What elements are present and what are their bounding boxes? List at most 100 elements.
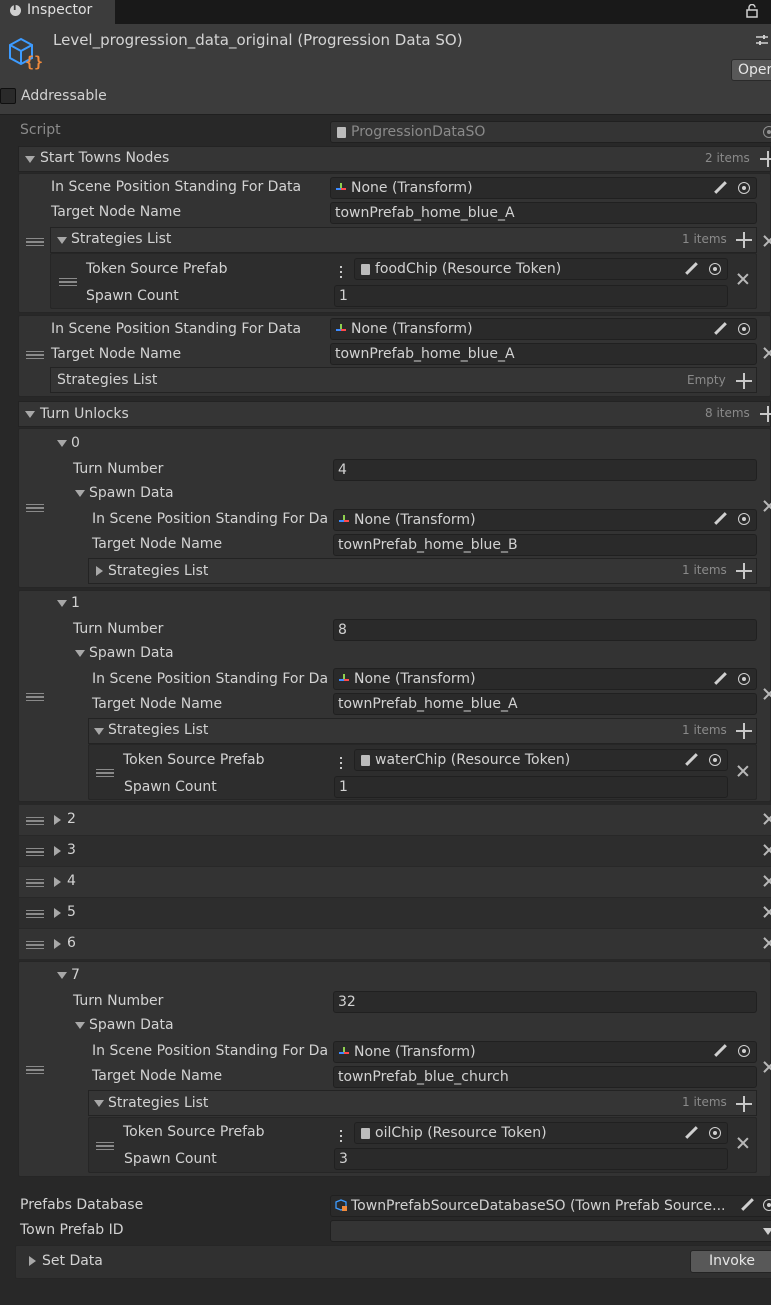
remove-icon[interactable] [763, 688, 771, 700]
open-button[interactable]: Oper [731, 59, 771, 81]
target-node-name-field[interactable]: townPrefab_blue_church [333, 1066, 757, 1088]
pencil-icon[interactable] [713, 322, 727, 336]
target-node-name-field[interactable]: townPrefab_home_blue_A [330, 343, 757, 365]
pencil-icon[interactable] [740, 1198, 754, 1212]
in-scene-position-field[interactable]: None (Transform) [330, 177, 757, 199]
foldout-arrow-icon[interactable] [57, 600, 67, 607]
remove-icon[interactable] [763, 937, 771, 949]
target-node-name-field[interactable]: townPrefab_home_blue_B [333, 534, 757, 556]
drag-handle-icon[interactable] [96, 769, 114, 777]
drag-handle-icon[interactable] [26, 693, 44, 701]
pencil-icon[interactable] [684, 1126, 698, 1140]
turn-unlock-item-4[interactable] [19, 867, 771, 897]
turn-number-field[interactable]: 4 [333, 459, 757, 481]
drag-handle-icon[interactable] [96, 1142, 114, 1150]
object-picker-icon[interactable] [709, 1127, 721, 1139]
foldout-arrow-icon[interactable] [57, 440, 67, 447]
remove-icon[interactable] [737, 765, 749, 777]
plus-icon[interactable] [736, 232, 752, 248]
drag-handle-icon[interactable] [26, 879, 44, 887]
spawn-count-field[interactable]: 3 [334, 1148, 728, 1170]
foldout-arrow-icon[interactable] [94, 1100, 104, 1107]
spawn-count-field[interactable]: 1 [334, 285, 728, 307]
context-menu-icon[interactable] [339, 757, 343, 769]
remove-icon[interactable] [737, 273, 749, 285]
pencil-icon[interactable] [713, 512, 727, 526]
drag-handle-icon[interactable] [26, 504, 44, 512]
lock-icon[interactable] [746, 4, 758, 18]
drag-handle-icon[interactable] [26, 910, 44, 918]
drag-handle-icon[interactable] [26, 941, 44, 949]
in-scene-position-field[interactable]: None (Transform) [330, 318, 757, 340]
pencil-icon[interactable] [713, 672, 727, 686]
foldout-arrow-icon[interactable] [54, 908, 61, 918]
in-scene-position-field[interactable]: None (Transform) [333, 1041, 757, 1063]
foldout-arrow-icon[interactable] [25, 156, 35, 163]
remove-icon[interactable] [763, 813, 771, 825]
foldout-arrow-icon[interactable] [54, 877, 61, 887]
foldout-arrow-icon[interactable] [54, 846, 61, 856]
object-picker-icon[interactable] [738, 673, 750, 685]
remove-icon[interactable] [763, 875, 771, 887]
plus-icon[interactable] [736, 1096, 752, 1112]
drag-handle-icon[interactable] [59, 278, 77, 286]
remove-icon[interactable] [737, 1137, 749, 1149]
plus-icon[interactable] [736, 373, 752, 389]
drag-handle-icon[interactable] [26, 1066, 44, 1074]
foldout-arrow-icon[interactable] [54, 939, 61, 949]
foldout-arrow-icon[interactable] [54, 815, 61, 825]
object-picker-icon[interactable] [738, 1045, 750, 1057]
token-source-prefab-field[interactable]: waterChip (Resource Token) [354, 749, 728, 771]
drag-handle-icon[interactable] [26, 351, 44, 359]
invoke-button[interactable]: Invoke [690, 1250, 771, 1273]
pencil-icon[interactable] [684, 262, 698, 276]
town-prefab-id-dropdown[interactable] [330, 1220, 771, 1242]
remove-icon[interactable] [763, 906, 771, 918]
turn-unlock-item-5[interactable] [19, 898, 771, 928]
turn-number-field[interactable]: 8 [333, 619, 757, 641]
settings-sliders-icon[interactable] [755, 33, 769, 47]
add-turn-unlock-plus-icon[interactable] [760, 406, 771, 422]
context-menu-icon[interactable] [339, 266, 343, 278]
drag-handle-icon[interactable] [26, 817, 44, 825]
in-scene-position-field[interactable]: None (Transform) [333, 509, 757, 531]
foldout-arrow-icon[interactable] [94, 728, 104, 735]
plus-icon[interactable] [736, 563, 752, 579]
foldout-arrow-icon[interactable] [25, 411, 35, 418]
context-menu-icon[interactable] [339, 1130, 343, 1142]
object-picker-icon[interactable] [709, 754, 721, 766]
foldout-arrow-icon[interactable] [57, 237, 67, 244]
in-scene-position-field[interactable]: None (Transform) [333, 668, 757, 690]
prefabs-database-field[interactable]: TownPrefabSourceDatabaseSO (Town Prefab … [330, 1195, 771, 1217]
foldout-arrow-icon[interactable] [75, 490, 85, 497]
remove-icon[interactable] [763, 1061, 771, 1073]
remove-icon[interactable] [763, 347, 771, 359]
turn-unlock-item-6[interactable] [19, 929, 771, 959]
chevron-down-icon[interactable] [763, 1228, 771, 1235]
object-picker-icon[interactable] [763, 1199, 771, 1211]
target-node-name-field[interactable]: townPrefab_home_blue_A [330, 202, 757, 224]
object-picker-icon[interactable] [738, 182, 750, 194]
object-picker-icon[interactable] [738, 513, 750, 525]
foldout-arrow-icon[interactable] [96, 566, 103, 576]
foldout-arrow-icon[interactable] [57, 972, 67, 979]
plus-icon[interactable] [736, 723, 752, 739]
token-source-prefab-field[interactable]: foodChip (Resource Token) [354, 258, 728, 280]
turn-unlocks-header[interactable] [18, 401, 771, 427]
target-node-name-field[interactable]: townPrefab_home_blue_A [333, 693, 757, 715]
spawn-count-field[interactable]: 1 [334, 776, 728, 798]
foldout-arrow-icon[interactable] [29, 1256, 36, 1266]
addressable-checkbox[interactable] [0, 88, 16, 104]
remove-icon[interactable] [763, 500, 771, 512]
turn-number-field[interactable]: 32 [333, 991, 757, 1013]
foldout-arrow-icon[interactable] [75, 1022, 85, 1029]
pencil-icon[interactable] [713, 1044, 727, 1058]
remove-icon[interactable] [763, 844, 771, 856]
turn-unlock-item-2[interactable] [19, 805, 771, 835]
token-source-prefab-field[interactable]: oilChip (Resource Token) [354, 1122, 728, 1144]
turn-unlock-item-3[interactable] [19, 836, 771, 866]
drag-handle-icon[interactable] [26, 848, 44, 856]
object-picker-icon[interactable] [709, 263, 721, 275]
object-picker-icon[interactable] [738, 323, 750, 335]
add-start-town-plus-icon[interactable] [760, 151, 771, 167]
